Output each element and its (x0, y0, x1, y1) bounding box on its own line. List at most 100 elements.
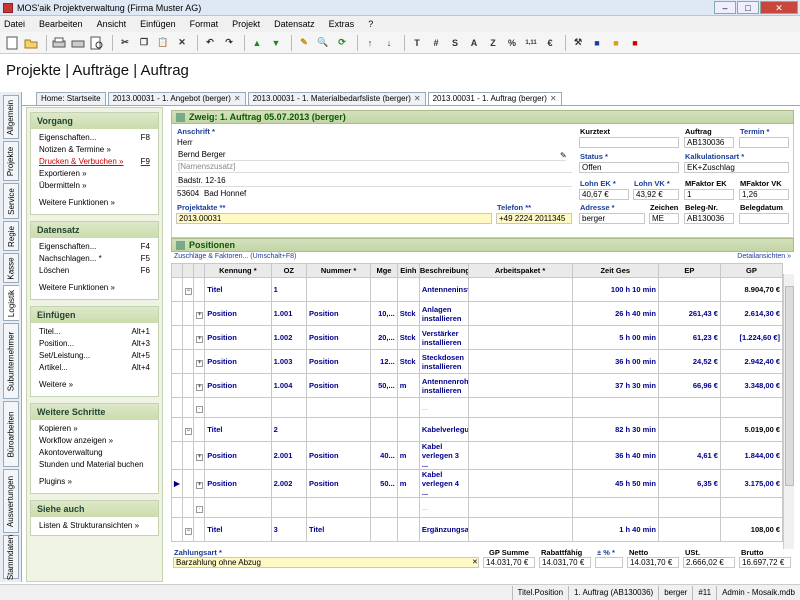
menu-help[interactable]: ? (368, 19, 373, 29)
cell-beschr[interactable]: Kabel verlegen 3 ... (418, 441, 469, 470)
s-format-button[interactable]: S (447, 35, 463, 51)
cell-einh[interactable]: Stck (396, 349, 420, 374)
cell-zeit[interactable] (571, 397, 659, 418)
cell-mge[interactable]: 50,... (370, 373, 398, 398)
ort-field[interactable]: Bad Honnef (204, 188, 246, 199)
tree-cell[interactable] (182, 469, 195, 498)
cut-icon[interactable]: ✂ (117, 35, 133, 51)
beleg-field[interactable]: AB130036 (684, 213, 734, 224)
vertical-scrollbar[interactable] (783, 274, 794, 549)
position-row[interactable]: + Position 1.002 Position 20,... Stck Verstärk… (170, 325, 784, 350)
cell-gp[interactable] (719, 397, 784, 418)
anrede-field[interactable]: Herr (177, 137, 193, 148)
menu-projekt[interactable]: Projekt (232, 19, 260, 29)
einfuegen-header[interactable]: Einfügen (31, 307, 158, 323)
arrow-up-icon[interactable]: ▲ (249, 35, 265, 51)
cell-beschr[interactable]: Ergänzungsarbeiten (418, 517, 469, 542)
redo-icon[interactable]: ↷ (221, 35, 237, 51)
vorgang-drucken[interactable]: Drucken & Verbuchen » F9 (31, 156, 158, 168)
cell-kennung[interactable]: Position (204, 469, 272, 498)
cell-beschr[interactable]: Antenneninstallation (418, 277, 469, 302)
menu-ansicht[interactable]: Ansicht (97, 19, 127, 29)
col-mge[interactable]: Mge (370, 263, 398, 278)
position-row[interactable]: + Position 1.003 Position 12... Stck Steckdose… (170, 349, 784, 374)
cell-ap[interactable] (467, 373, 573, 398)
vtab-allgemein[interactable]: Allgemein (3, 95, 19, 139)
auftrag-field[interactable]: AB130036 (684, 137, 734, 148)
zahlungsart-clear-icon[interactable]: ✕ (472, 558, 478, 566)
number-format-button[interactable]: # (428, 35, 444, 51)
collapse-icon[interactable]: − (185, 527, 193, 535)
cell-ep[interactable]: 4,61 € (657, 441, 721, 470)
kurztext-field[interactable] (579, 137, 679, 148)
mfaktor-vk-field[interactable]: 1,26 (739, 189, 789, 200)
expand-icon[interactable]: + (196, 453, 204, 461)
cell-kennung[interactable] (204, 497, 272, 518)
tree-cell[interactable] (182, 373, 195, 398)
cell-ep[interactable] (657, 397, 721, 418)
cell-kennung[interactable] (204, 397, 272, 418)
address-edit-icon[interactable]: ✎ (560, 151, 567, 160)
einfuegen-weitere[interactable]: Weitere » (31, 374, 158, 393)
cell-zeit[interactable]: 37 h 30 min (571, 373, 659, 398)
cell-ap[interactable] (467, 349, 573, 374)
cell-zeit[interactable]: 5 h 00 min (571, 325, 659, 350)
vtab-service[interactable]: Service (3, 183, 19, 219)
cell-ap[interactable] (467, 441, 573, 470)
cell-gp[interactable]: 5.019,00 € (719, 417, 784, 442)
cell-oz[interactable]: 1.003 (270, 349, 308, 374)
cell-einh[interactable] (396, 417, 420, 442)
cell-oz[interactable]: 1.001 (270, 301, 308, 326)
preview-icon[interactable] (89, 35, 105, 51)
vorgang-uebermitteln[interactable]: Übermitteln » (31, 180, 158, 192)
schritte-workflow[interactable]: Workflow anzeigen » (31, 435, 158, 447)
cell-nummer[interactable]: Position (305, 441, 372, 470)
cell-kennung[interactable]: Position (204, 301, 272, 326)
position-row[interactable]: + Position 1.001 Position 10,... Stck Anlagen … (170, 301, 784, 326)
undo-icon[interactable]: ↶ (202, 35, 218, 51)
cell-beschr[interactable]: Antennenrohr installieren (418, 373, 469, 398)
menu-einfuegen[interactable]: Einfügen (140, 19, 176, 29)
schritte-stunden[interactable]: Stunden und Material buchen (31, 459, 158, 471)
datensatz-weitere[interactable]: Weitere Funktionen » (31, 277, 158, 296)
siehe-header[interactable]: Siehe auch (31, 501, 158, 517)
tree-cell[interactable]: − (182, 277, 195, 302)
cell-nummer[interactable] (305, 397, 372, 418)
tree-cell[interactable]: + (193, 325, 206, 350)
cell-beschr[interactable]: Verstärker installieren (418, 325, 469, 350)
tab-home[interactable]: Home: Startseite (36, 92, 106, 105)
lock-red-icon[interactable]: ■ (627, 35, 643, 51)
empty-row[interactable]: ·... (170, 397, 784, 418)
col-nummer[interactable]: Nummer * (305, 263, 372, 278)
cell-einh[interactable]: Stck (396, 325, 420, 350)
row-selector[interactable] (170, 373, 184, 398)
vtab-regie[interactable]: Regie (3, 221, 19, 251)
cell-zeit[interactable]: 1 h 40 min (571, 517, 659, 542)
schritte-header[interactable]: Weitere Schritte (31, 404, 158, 420)
sort-asc-icon[interactable]: ↑ (362, 35, 378, 51)
cell-ap[interactable] (467, 325, 573, 350)
cell-gp[interactable]: [1.224,60 €] (719, 325, 784, 350)
datensatz-header[interactable]: Datensatz (31, 222, 158, 238)
cell-kennung[interactable]: Position (204, 441, 272, 470)
cell-nummer[interactable]: Position (305, 325, 372, 350)
tree-cell[interactable] (182, 397, 195, 418)
title-row[interactable]: − Titel1 Antenneninstallation 100 h 10 min 8… (170, 277, 784, 302)
plz-field[interactable]: 53604 (177, 188, 199, 199)
cell-gp[interactable]: 3.348,00 € (719, 373, 784, 398)
cell-gp[interactable]: 2.942,40 € (719, 349, 784, 374)
vorgang-weitere[interactable]: Weitere Funktionen » (31, 192, 158, 211)
vorgang-notizen[interactable]: Notizen & Termine » (31, 144, 158, 156)
cell-mge[interactable]: 50... (370, 469, 398, 498)
z-format-button[interactable]: Z (485, 35, 501, 51)
tree-cell[interactable] (193, 417, 206, 442)
sort-desc-icon[interactable]: ↓ (381, 35, 397, 51)
currency-format-button[interactable]: € (542, 35, 558, 51)
row-selector[interactable] (170, 517, 184, 542)
row-selector[interactable]: ▶ (170, 469, 184, 498)
menu-datensatz[interactable]: Datensatz (274, 19, 315, 29)
tree-cell[interactable]: + (193, 469, 206, 498)
cell-ep[interactable]: 66,96 € (657, 373, 721, 398)
telefon-field[interactable]: +49 2224 2011345 (496, 213, 572, 224)
percent-format-button[interactable]: % (504, 35, 520, 51)
